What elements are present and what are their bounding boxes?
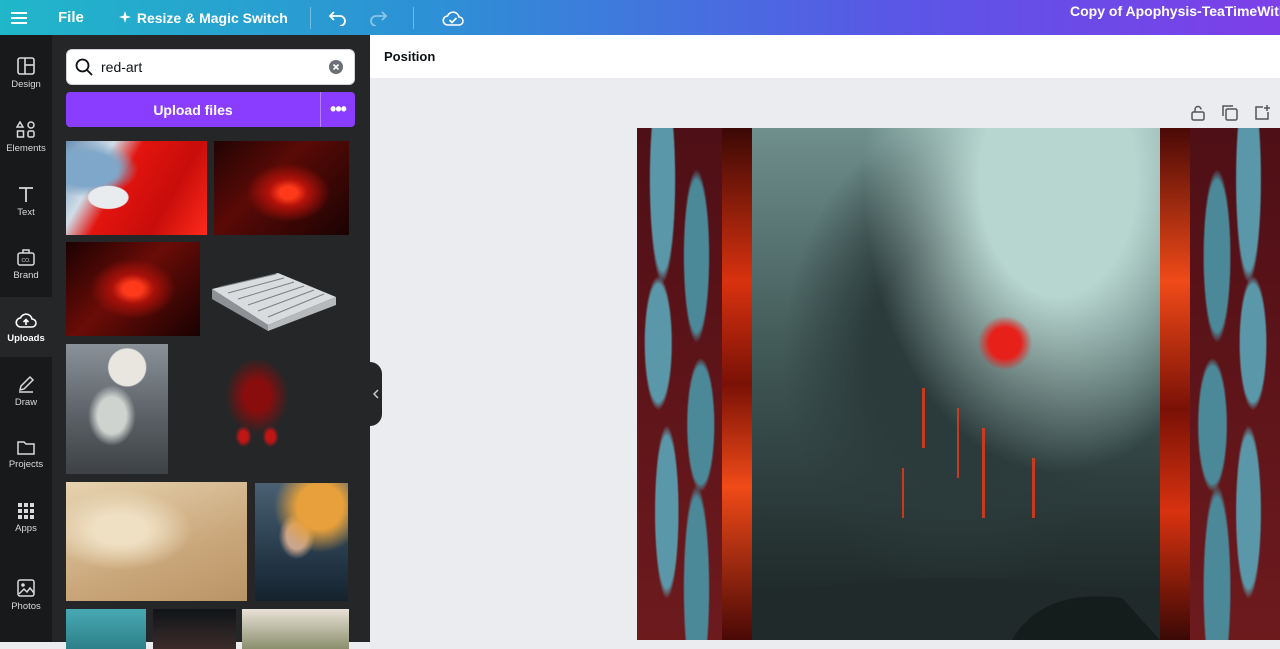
lava-strip-left bbox=[722, 128, 752, 640]
rail-item-text[interactable]: Text bbox=[0, 171, 52, 231]
upload-thumbnail[interactable] bbox=[212, 360, 302, 450]
rail-label: Elements bbox=[6, 142, 46, 154]
upload-thumbnail[interactable] bbox=[66, 609, 146, 649]
top-bar: File Resize & Magic Switch Copy of Apoph… bbox=[0, 0, 1280, 35]
file-menu-button[interactable]: File bbox=[58, 9, 84, 26]
lock-icon[interactable] bbox=[1186, 102, 1210, 124]
upload-thumbnail[interactable] bbox=[66, 242, 200, 336]
rail-item-brand[interactable]: CO. Brand bbox=[0, 234, 52, 294]
upload-thumbnail[interactable] bbox=[66, 141, 207, 235]
upload-actions: Upload files ••• bbox=[66, 92, 355, 127]
pen-icon bbox=[18, 375, 35, 393]
left-rail: Design Elements Text CO. Brand Uploads D… bbox=[0, 35, 52, 642]
more-options-button[interactable]: ••• bbox=[320, 92, 355, 127]
shapes-icon bbox=[16, 120, 35, 138]
marble-pattern-left bbox=[637, 128, 722, 640]
grid-icon bbox=[18, 502, 34, 519]
toolbar-divider bbox=[412, 6, 414, 29]
marble-pattern-right bbox=[1190, 128, 1280, 640]
layout-icon bbox=[17, 56, 35, 75]
position-button[interactable]: Position bbox=[384, 49, 435, 64]
uploads-panel: Upload files ••• bbox=[52, 35, 370, 649]
document-title[interactable]: Copy of Apophysis-TeaTimeWithAI bbox=[1070, 0, 1280, 35]
cloud-check-icon[interactable] bbox=[440, 5, 466, 31]
rail-item-elements[interactable]: Elements bbox=[0, 107, 52, 167]
rail-label: Uploads bbox=[7, 332, 45, 344]
upload-files-button[interactable]: Upload files bbox=[66, 92, 320, 127]
undo-icon[interactable] bbox=[325, 5, 351, 31]
chevron-left-icon bbox=[373, 389, 379, 399]
rail-item-apps[interactable]: Apps bbox=[0, 488, 52, 548]
upload-thumbnail[interactable] bbox=[214, 141, 349, 235]
toolbar-divider bbox=[309, 6, 311, 29]
search-box bbox=[66, 49, 355, 85]
resize-label: Resize & Magic Switch bbox=[136, 9, 288, 26]
sparkle-icon bbox=[118, 10, 131, 26]
search-input[interactable] bbox=[101, 59, 321, 75]
text-icon bbox=[19, 186, 33, 202]
upload-thumbnail[interactable] bbox=[66, 482, 247, 601]
rail-label: Design bbox=[11, 78, 41, 90]
page-tools bbox=[1186, 102, 1274, 124]
upload-thumbnail[interactable] bbox=[153, 609, 236, 649]
rail-item-uploads[interactable]: Uploads bbox=[0, 297, 52, 357]
rail-label: Apps bbox=[15, 522, 37, 534]
rail-item-projects[interactable]: Projects bbox=[0, 424, 52, 484]
rail-label: Text bbox=[17, 206, 35, 218]
svg-text:CO.: CO. bbox=[22, 258, 31, 264]
redo-icon[interactable] bbox=[365, 5, 391, 31]
duplicate-icon[interactable] bbox=[1218, 102, 1242, 124]
clear-search-icon[interactable] bbox=[328, 59, 344, 75]
hamburger-menu-icon[interactable] bbox=[0, 0, 38, 35]
rail-item-draw[interactable]: Draw bbox=[0, 361, 52, 421]
rail-item-design[interactable]: Design bbox=[0, 43, 52, 103]
collapse-panel-handle[interactable] bbox=[370, 362, 382, 426]
upload-thumbnail[interactable] bbox=[242, 609, 349, 649]
add-page-icon[interactable] bbox=[1250, 102, 1274, 124]
rail-label: Draw bbox=[14, 396, 38, 408]
upload-thumbnail[interactable] bbox=[208, 267, 339, 331]
folder-icon bbox=[17, 440, 35, 455]
rail-item-photos[interactable]: Photos bbox=[0, 565, 52, 625]
rail-label: Projects bbox=[8, 458, 44, 470]
upload-thumbnail[interactable] bbox=[66, 344, 168, 474]
design-canvas[interactable] bbox=[637, 128, 1280, 640]
image-icon bbox=[17, 578, 35, 597]
context-toolbar: Position bbox=[370, 35, 1280, 78]
resize-magic-switch-button[interactable]: Resize & Magic Switch bbox=[118, 9, 288, 26]
rail-label: Brand bbox=[13, 269, 39, 281]
rail-label: Photos bbox=[11, 600, 41, 612]
upload-thumbnail[interactable] bbox=[255, 483, 348, 601]
cloud-upload-icon bbox=[15, 312, 37, 328]
search-icon bbox=[67, 58, 101, 76]
lava-strip-right bbox=[1160, 128, 1190, 640]
dark-forest-artwork bbox=[752, 128, 1160, 640]
brand-icon: CO. bbox=[17, 248, 35, 266]
